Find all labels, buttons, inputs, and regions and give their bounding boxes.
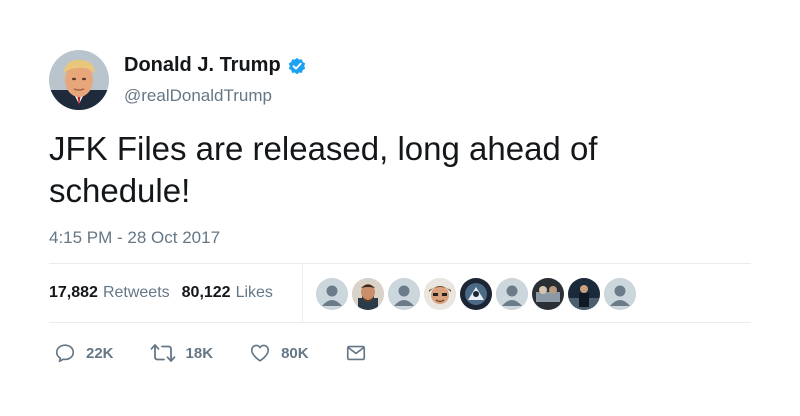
retweet-count: 18K (185, 344, 214, 362)
reply-count: 22K (86, 344, 114, 362)
tweet-text: JFK Files are released, long ahead of sc… (49, 130, 598, 209)
liker-avatar[interactable] (532, 278, 564, 310)
divider (49, 322, 751, 323)
heart-icon (249, 342, 271, 364)
author-name-row[interactable]: Donald J. Trump (124, 54, 307, 77)
liker-avatar[interactable] (352, 278, 384, 310)
retweet-icon (150, 342, 176, 364)
divider (49, 263, 751, 264)
liker-avatar[interactable] (496, 278, 528, 310)
liker-avatars (316, 278, 640, 310)
liker-avatar[interactable] (604, 278, 636, 310)
retweet-button[interactable]: 18K (150, 342, 214, 364)
likes-label[interactable]: Likes (236, 284, 273, 302)
verified-badge-icon (287, 56, 307, 76)
tweet-card: Donald J. Trump @realDonaldTrump JFK Fil… (0, 0, 800, 416)
retweets-count[interactable]: 17,882 (49, 284, 98, 302)
likes-count[interactable]: 80,122 (182, 284, 231, 302)
author-avatar[interactable] (49, 50, 109, 110)
tweet-timestamp[interactable]: 4:15 PM - 28 Oct 2017 (49, 228, 220, 248)
envelope-icon (345, 342, 367, 364)
liker-avatar[interactable] (316, 278, 348, 310)
retweets-label[interactable]: Retweets (103, 284, 170, 302)
author-handle[interactable]: @realDonaldTrump (124, 86, 272, 106)
like-button[interactable]: 80K (249, 342, 309, 364)
reply-icon (54, 342, 76, 364)
reply-button[interactable]: 22K (54, 342, 114, 364)
author-name[interactable]: Donald J. Trump (124, 54, 281, 77)
tweet-actions: 22K 18K 80K (54, 342, 403, 364)
liker-avatar[interactable] (388, 278, 420, 310)
like-count: 80K (281, 344, 309, 362)
stats-divider (302, 264, 303, 322)
liker-avatar[interactable] (460, 278, 492, 310)
tweet-stats: 17,882 Retweets 80,122 Likes (49, 284, 273, 302)
liker-avatar[interactable] (424, 278, 456, 310)
liker-avatar[interactable] (568, 278, 600, 310)
direct-message-button[interactable] (345, 342, 367, 364)
